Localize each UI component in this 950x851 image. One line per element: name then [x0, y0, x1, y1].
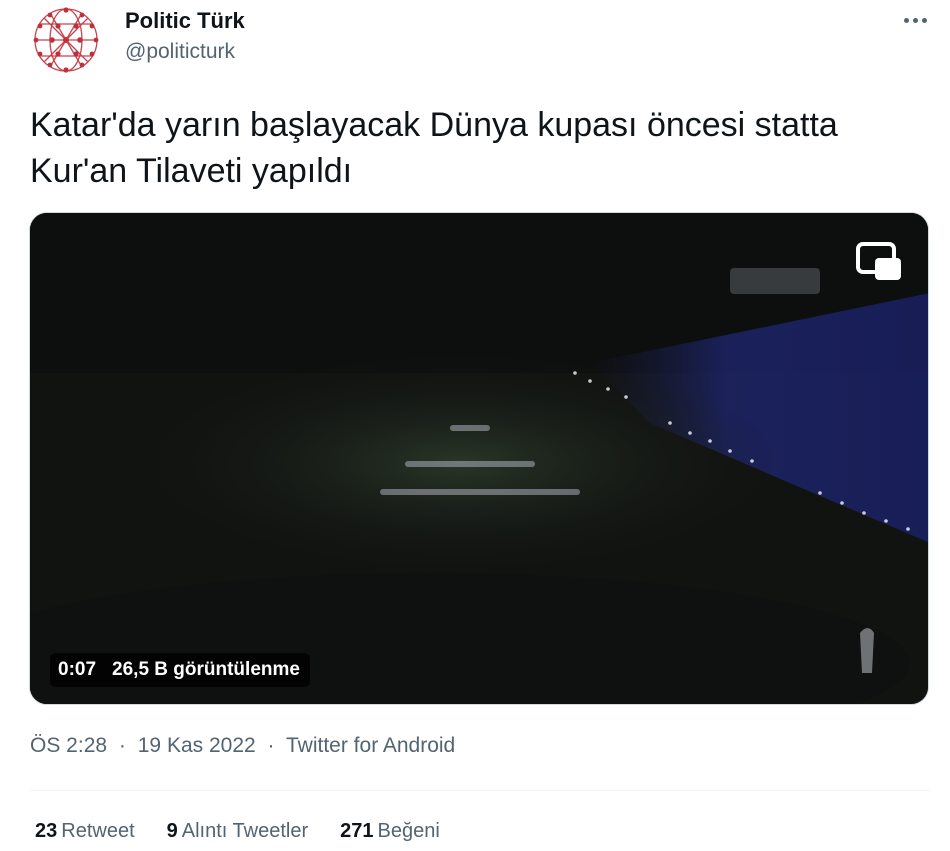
quote-count: 9 [166, 820, 178, 842]
video-frame [30, 213, 928, 704]
more-options-button[interactable] [895, 6, 935, 34]
picture-in-picture-icon[interactable] [855, 241, 903, 283]
likes-stat[interactable]: 271 Beğeni [340, 820, 440, 843]
tweet-time[interactable]: ÖS 2:28 [30, 734, 107, 757]
tweet-date[interactable]: 19 Kas 2022 [138, 734, 256, 757]
network-globe-icon [32, 6, 100, 74]
tweet: Politic Türk @politicturk Katar'da yarın… [0, 0, 950, 851]
dot [903, 17, 909, 23]
video-elapsed-time: 0:07 [58, 659, 97, 680]
retweet-label: Retweet [61, 820, 135, 842]
tweet-source[interactable]: Twitter for Android [286, 734, 455, 757]
meta-separator: · [267, 734, 275, 757]
dot [921, 17, 927, 23]
like-label: Beğeni [377, 820, 440, 842]
author-name[interactable]: Politic Türk [125, 8, 245, 34]
tweet-text: Katar'da yarın başlayacak Dünya kupası ö… [30, 106, 838, 190]
dot [912, 17, 918, 23]
tweet-meta: ÖS 2:28 · 19 Kas 2022 · Twitter for Andr… [30, 734, 455, 758]
tweet-stats: 23 Retweet 9 Alıntı Tweetler 271 Beğeni [35, 820, 440, 843]
quote-tweets-stat[interactable]: 9 Alıntı Tweetler [167, 820, 308, 843]
video-info-overlay: 0:07 26,5 B görüntülenme [50, 653, 310, 687]
quote-label: Alıntı Tweetler [181, 820, 309, 842]
divider [30, 790, 930, 791]
author-handle[interactable]: @politicturk [125, 40, 235, 64]
retweets-stat[interactable]: 23 Retweet [35, 820, 135, 843]
like-count: 271 [340, 820, 374, 842]
retweet-count: 23 [35, 820, 58, 842]
avatar[interactable] [30, 4, 102, 76]
meta-separator: · [118, 734, 126, 757]
video-view-count: 26,5 B görüntülenme [112, 659, 300, 680]
video-player[interactable]: 0:07 26,5 B görüntülenme [29, 212, 929, 705]
